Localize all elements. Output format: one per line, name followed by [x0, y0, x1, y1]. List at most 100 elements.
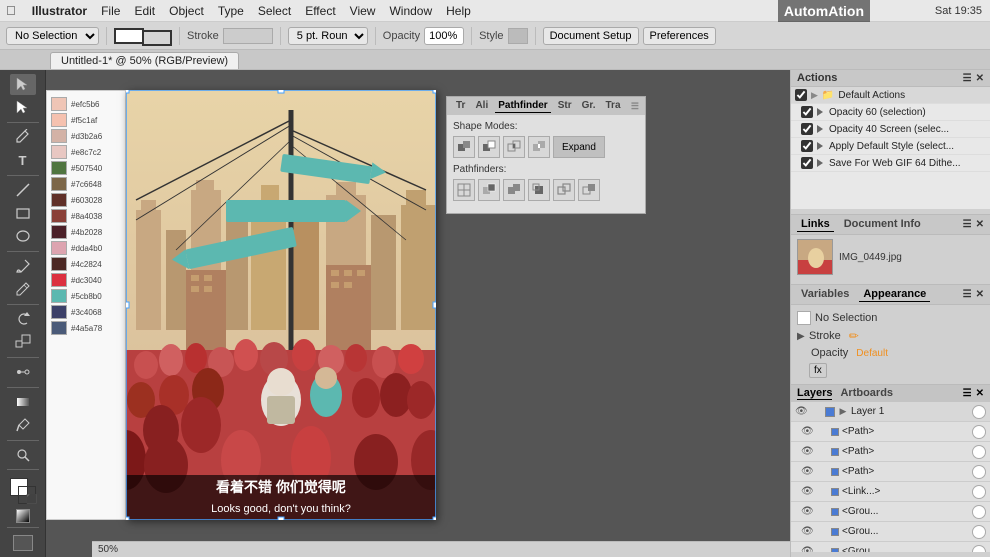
doc-info-tab[interactable]: Document Info	[840, 217, 925, 232]
pencil-tool[interactable]	[10, 279, 36, 300]
appearance-options-icon[interactable]: ☰	[963, 289, 972, 300]
layer-group-0[interactable]: 👁 <Grou...	[791, 502, 990, 522]
menu-select[interactable]: Select	[252, 2, 297, 20]
ellipse-tool[interactable]	[10, 226, 36, 247]
swatch-color-9[interactable]	[51, 241, 67, 255]
links-tab[interactable]: Links	[797, 217, 834, 232]
group-1-eye[interactable]: 👁	[801, 526, 813, 537]
unite-button[interactable]	[453, 136, 475, 158]
canvas-area[interactable]: #efc5b6 #f5c1af #d3b2a6 #e8c7c2 #507540 …	[46, 70, 790, 557]
rectangle-tool[interactable]	[10, 203, 36, 224]
selection-tool[interactable]	[10, 74, 36, 95]
action-item-0[interactable]: Opacity 60 (selection)	[791, 104, 990, 121]
layer-1-expand[interactable]: ▶	[838, 406, 848, 417]
menu-view[interactable]: View	[344, 2, 382, 20]
path-0-eye[interactable]: 👁	[801, 426, 813, 437]
action-item-3[interactable]: Save For Web GIF 64 Dithe...	[791, 155, 990, 172]
minus-back-button[interactable]	[578, 179, 600, 201]
layer-path-0[interactable]: 👁 <Path>	[791, 422, 990, 442]
paintbrush-tool[interactable]	[10, 256, 36, 277]
path-2-target[interactable]	[972, 465, 986, 479]
trim-button[interactable]	[478, 179, 500, 201]
scale-tool[interactable]	[10, 332, 36, 353]
fill-color-box[interactable]	[114, 28, 144, 44]
zoom-tool[interactable]	[10, 444, 36, 465]
folder-checkbox[interactable]	[795, 89, 807, 101]
layers-options-icon[interactable]: ☰	[963, 388, 972, 399]
action-check-0[interactable]	[801, 106, 813, 118]
apple-menu[interactable]: 	[6, 3, 16, 18]
layer-group-2[interactable]: 👁 <Grou...	[791, 542, 990, 552]
layers-close-icon[interactable]: ✕	[976, 388, 984, 399]
pen-tool[interactable]	[10, 127, 36, 148]
path-0-target[interactable]	[972, 425, 986, 439]
swatch-color-13[interactable]	[51, 305, 67, 319]
appearance-close-icon[interactable]: ✕	[976, 289, 984, 300]
stroke-edit-icon[interactable]: ✏	[849, 329, 859, 343]
direct-selection-tool[interactable]	[10, 97, 36, 118]
fill-stroke-indicator[interactable]: ⬛	[8, 478, 38, 505]
path-2-eye[interactable]: 👁	[801, 466, 813, 477]
doc-tab[interactable]: Untitled-1* @ 50% (RGB/Preview)	[50, 52, 239, 69]
pf-tab-pathfinder[interactable]: Pathfinder	[495, 99, 550, 113]
blend-tool[interactable]	[10, 362, 36, 383]
group-1-target[interactable]	[972, 525, 986, 539]
group-2-target[interactable]	[972, 545, 986, 553]
fx-button[interactable]: fx	[809, 363, 827, 378]
layer-link[interactable]: 👁 <Link...>	[791, 482, 990, 502]
preferences-button[interactable]: Preferences	[643, 27, 716, 45]
swatch-color-6[interactable]	[51, 193, 67, 207]
artboards-tab[interactable]: Artboards	[840, 387, 893, 400]
pf-tab-tra[interactable]: Tra	[603, 99, 624, 113]
type-tool[interactable]: T	[10, 150, 36, 171]
layer-path-1[interactable]: 👁 <Path>	[791, 442, 990, 462]
swatch-color-14[interactable]	[51, 321, 67, 335]
link-target[interactable]	[972, 485, 986, 499]
menu-illustrator[interactable]: Illustrator	[26, 2, 93, 20]
document-setup-button[interactable]: Document Setup	[543, 27, 639, 45]
swatch-color-1[interactable]	[51, 113, 67, 127]
swatch-color-7[interactable]	[51, 209, 67, 223]
rotate-tool[interactable]	[10, 309, 36, 330]
action-check-2[interactable]	[801, 140, 813, 152]
stroke-color-box[interactable]	[142, 30, 172, 46]
divide-button[interactable]	[453, 179, 475, 201]
swatch-color-11[interactable]	[51, 273, 67, 287]
minus-front-button[interactable]	[478, 136, 500, 158]
menu-window[interactable]: Window	[383, 2, 438, 20]
layers-tab[interactable]: Layers	[797, 387, 832, 400]
stroke-style-dropdown[interactable]: 5 pt. Round	[288, 27, 368, 45]
group-2-eye[interactable]: 👁	[801, 546, 813, 552]
layer-group-1[interactable]: 👁 <Grou...	[791, 522, 990, 542]
pathfinder-close[interactable]: ☰	[631, 101, 639, 112]
actions-folder-row[interactable]: ▶ 📁 Default Actions	[791, 87, 990, 104]
expand-button[interactable]: Expand	[553, 136, 605, 158]
selection-dropdown[interactable]: No Selection	[6, 27, 99, 45]
swatch-color-10[interactable]	[51, 257, 67, 271]
none-color-icon[interactable]	[16, 509, 30, 523]
layer-1-target[interactable]	[972, 405, 986, 419]
merge-button[interactable]	[503, 179, 525, 201]
action-item-2[interactable]: Apply Default Style (select...	[791, 138, 990, 155]
swatch-color-3[interactable]	[51, 145, 67, 159]
swatch-color-4[interactable]	[51, 161, 67, 175]
group-0-target[interactable]	[972, 505, 986, 519]
exclude-button[interactable]	[528, 136, 550, 158]
line-tool[interactable]	[10, 180, 36, 201]
default-colors-icon[interactable]: ⬛	[26, 494, 37, 505]
menu-effect[interactable]: Effect	[299, 2, 341, 20]
eyedropper-tool[interactable]	[10, 415, 36, 436]
path-1-target[interactable]	[972, 445, 986, 459]
actions-options-icon[interactable]: ☰	[963, 73, 972, 84]
menu-help[interactable]: Help	[440, 2, 477, 20]
swatch-color-5[interactable]	[51, 177, 67, 191]
links-options-icon[interactable]: ☰	[963, 219, 972, 230]
swatch-color-2[interactable]	[51, 129, 67, 143]
menu-object[interactable]: Object	[163, 2, 210, 20]
intersect-button[interactable]	[503, 136, 525, 158]
appearance-tab[interactable]: Appearance	[859, 287, 930, 302]
layer-1-eye[interactable]: 👁	[795, 406, 807, 417]
opacity-input[interactable]	[424, 27, 464, 45]
menu-type[interactable]: Type	[212, 2, 250, 20]
style-box[interactable]	[508, 28, 528, 44]
